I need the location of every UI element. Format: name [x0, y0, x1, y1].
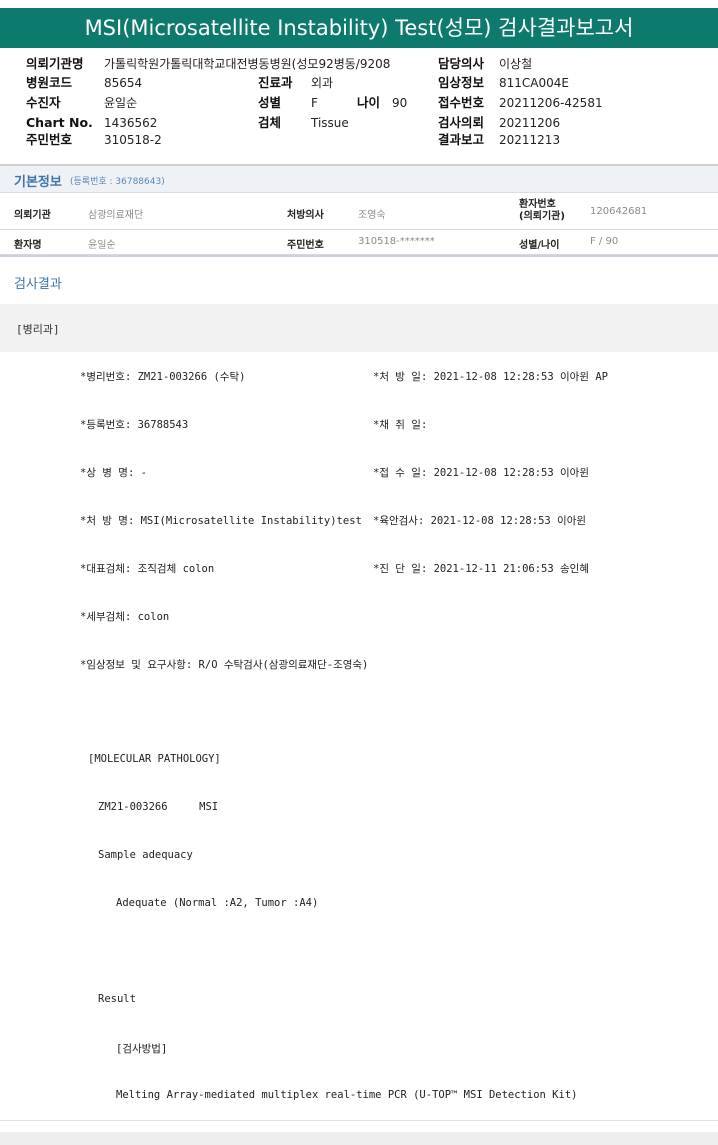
rrn2-value: 310518-******* [358, 236, 435, 247]
name-label: 환자명 [14, 240, 42, 251]
result-row-right: *접 수 일: 2021-12-08 12:28:53 이아윈 [373, 467, 589, 479]
result-row-left: *등록번호: 36788543 [80, 419, 189, 431]
sex-value: F [311, 96, 318, 110]
basic-info-row-1: 의뢰기관 삼광의료재단 처방의사 조영숙 환자번호 (의뢰기관) 1206426… [0, 193, 718, 230]
result-row: Adequate (Normal :A2, Tumor :A4) [0, 880, 718, 929]
result-row: [검사방법] [0, 1024, 718, 1073]
result-row-left: ZM21-003266 MSI [98, 801, 219, 813]
chart-value: 1436562 [104, 116, 158, 130]
header-row-1: 의뢰기관명 가톨릭학원가톨릭대학교대전병동병원(성모92병동/9208 담당의사… [0, 55, 718, 73]
result-row-left: *상 병 명: - [80, 467, 147, 479]
rrn-value: 310518-2 [104, 133, 162, 147]
specimen-value: Tissue [311, 116, 349, 130]
age-label: 나이 [357, 95, 381, 110]
request-value: 20211206 [499, 116, 561, 130]
results-title: 검사결과 [14, 277, 62, 292]
header-row-4: Chart No. 1436562 검체 Tissue 검사의뢰 2021120… [0, 114, 718, 132]
report-date-label: 결과보고 [438, 132, 485, 147]
dept-label: 진료과 [258, 75, 293, 90]
request-label: 검사의뢰 [438, 115, 485, 130]
result-row-left: [검사방법] [116, 1043, 168, 1055]
patient-value: 윤일순 [104, 96, 138, 110]
result-row: *등록번호: 36788543 *채 취 일: [0, 400, 718, 449]
result-row-right: *채 취 일: [373, 419, 428, 431]
header-row-3: 수진자 윤일순 성별 F 나이 90 접수번호 20211206-42581 [0, 94, 718, 112]
inst-label: 의뢰기관 [14, 210, 51, 221]
result-row [0, 928, 718, 977]
basic-info-row-2: 환자명 윤일순 주민번호 310518-******* 성별/나이 F / 90 [0, 230, 718, 255]
clinical-label: 임상정보 [438, 75, 485, 90]
result-row-left: *대표검체: 조직검체 colon [80, 563, 215, 575]
department-label: [병리과] [16, 323, 60, 336]
result-row: [MOLECULAR PATHOLOGY] [0, 736, 718, 785]
result-row-left: Result [98, 993, 136, 1005]
report-title: MSI(Microsatellite Instability) Test(성모)… [0, 8, 718, 48]
result-row: Result [0, 976, 718, 1025]
specimen-label: 검체 [258, 115, 282, 130]
result-row: *세부검체: colon [0, 592, 718, 641]
result-row: Sample adequacy [0, 832, 718, 881]
bottom-band [0, 1132, 718, 1145]
sex-label: 성별 [258, 95, 282, 110]
age-value: 90 [392, 96, 408, 110]
header-row-5: 주민번호 310518-2 결과보고 20211213 [0, 131, 718, 149]
result-row: *처 방 명: MSI(Microsatellite Instability)t… [0, 496, 718, 545]
hospital-code-label: 병원코드 [26, 75, 73, 90]
inst-value: 삼광의료재단 [88, 210, 144, 221]
result-row: *임상정보 및 요구사항: R/O 수탁검사(삼광의료재단-조영숙) [0, 640, 718, 689]
result-row-left: *병리번호: ZM21-003266 (수탁) [80, 371, 246, 383]
hospital-code-value: 85654 [104, 76, 143, 90]
basic-info-title: 기본정보 [14, 175, 62, 190]
chart-label: Chart No. [26, 115, 93, 130]
institution-label: 의뢰기관명 [26, 56, 84, 71]
result-row-right: *진 단 일: 2021-12-11 21:06:53 송인혜 [373, 563, 589, 575]
receipt-no-label: 접수번호 [438, 95, 485, 110]
basic-info-header: 기본정보 (등록번호 : 36788643) [0, 166, 718, 193]
patient-no-label: 환자번호 (의뢰기관) [519, 199, 565, 222]
result-row-left: [MOLECULAR PATHOLOGY] [88, 753, 221, 765]
rrn-label: 주민번호 [26, 132, 73, 147]
header-row-2: 병원코드 85654 진료과 외과 임상정보 811CA004E [0, 74, 718, 92]
result-row-right: *처 방 일: 2021-12-08 12:28:53 이아윈 AP [373, 371, 608, 383]
doctor-value: 이상철 [499, 57, 533, 71]
department-row: [병리과] [0, 304, 718, 353]
result-row-left: Melting Array-mediated multiplex real-ti… [116, 1089, 578, 1101]
institution-value: 가톨릭학원가톨릭대학교대전병동병원(성모92병동/9208 [104, 57, 391, 71]
rrn2-label: 주민번호 [287, 240, 324, 251]
report-date-value: 20211213 [499, 133, 561, 147]
result-row-left: Sample adequacy [98, 849, 193, 861]
sexage-value: F / 90 [590, 236, 619, 247]
result-row [0, 688, 718, 737]
prescriber-label: 처방의사 [287, 210, 324, 221]
prescriber-value: 조영숙 [358, 210, 386, 221]
patient-no-value: 120642681 [590, 206, 648, 217]
result-row: *상 병 명: - *접 수 일: 2021-12-08 12:28:53 이아… [0, 448, 718, 497]
clinical-value: 811CA004E [499, 76, 569, 90]
doctor-label: 담당의사 [438, 56, 485, 71]
result-row-left: *임상정보 및 요구사항: R/O 수탁검사(삼광의료재단-조영숙) [80, 659, 369, 671]
results-header: 검사결과 [0, 255, 718, 305]
result-row-left: *처 방 명: MSI(Microsatellite Instability)t… [80, 515, 362, 527]
result-row-left: Adequate (Normal :A2, Tumor :A4) [116, 897, 319, 909]
name-value: 윤일순 [88, 240, 116, 251]
result-row-right: *육안검사: 2021-12-08 12:28:53 이아윈 [373, 515, 587, 527]
result-row: *병리번호: ZM21-003266 (수탁) *처 방 일: 2021-12-… [0, 352, 718, 401]
dept-value: 외과 [311, 76, 334, 90]
basic-info-subtitle: (등록번호 : 36788643) [70, 177, 165, 187]
result-row: *대표검체: 조직검체 colon *진 단 일: 2021-12-11 21:… [0, 544, 718, 593]
result-row: ZM21-003266 MSI [0, 784, 718, 833]
result-row: Melting Array-mediated multiplex real-ti… [0, 1072, 718, 1121]
result-row-left: *세부검체: colon [80, 611, 170, 623]
patient-label: 수진자 [26, 95, 61, 110]
sexage-label: 성별/나이 [519, 240, 560, 251]
receipt-no-value: 20211206-42581 [499, 96, 603, 110]
